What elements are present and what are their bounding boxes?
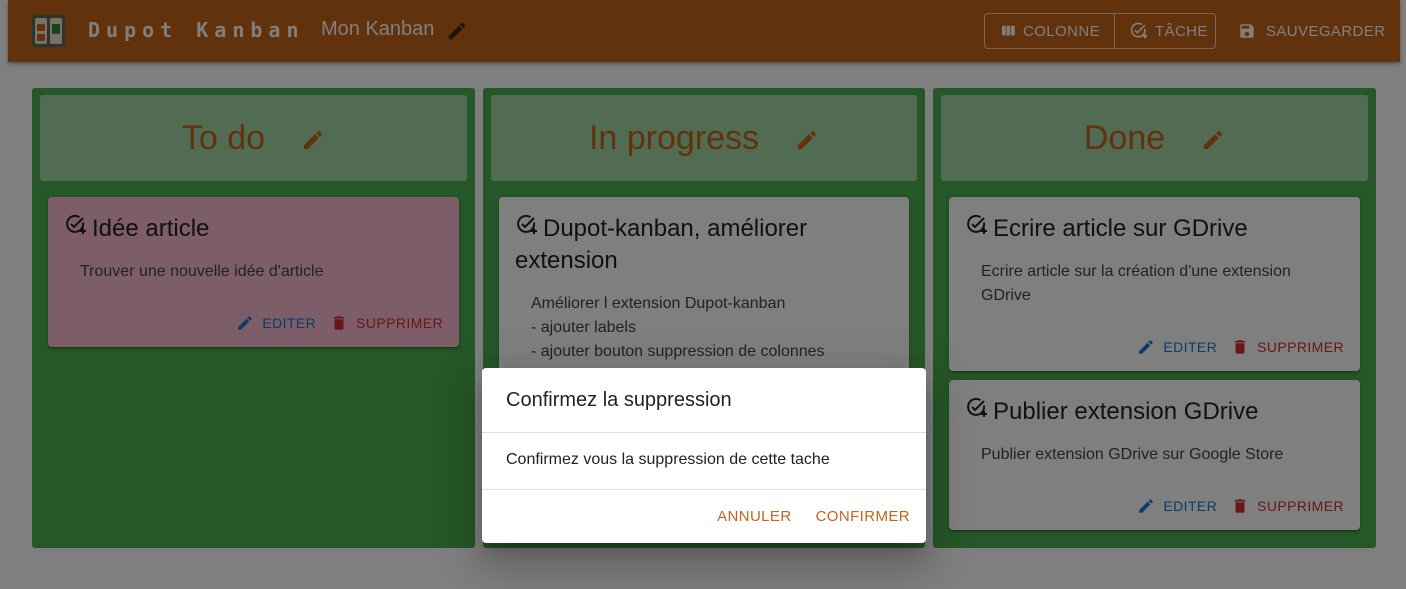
dialog-actions: Annuler Confirmer <box>701 504 918 529</box>
cancel-button[interactable]: Annuler <box>709 504 799 529</box>
confirm-delete-dialog: Confirmez la suppression Confirmez vous … <box>482 368 926 543</box>
dialog-divider <box>482 489 926 490</box>
dialog-divider <box>482 432 926 433</box>
dialog-title: Confirmez la suppression <box>506 389 732 411</box>
dialog-message: Confirmez vous la suppression de cette t… <box>506 451 830 468</box>
confirm-button[interactable]: Confirmer <box>808 504 918 529</box>
